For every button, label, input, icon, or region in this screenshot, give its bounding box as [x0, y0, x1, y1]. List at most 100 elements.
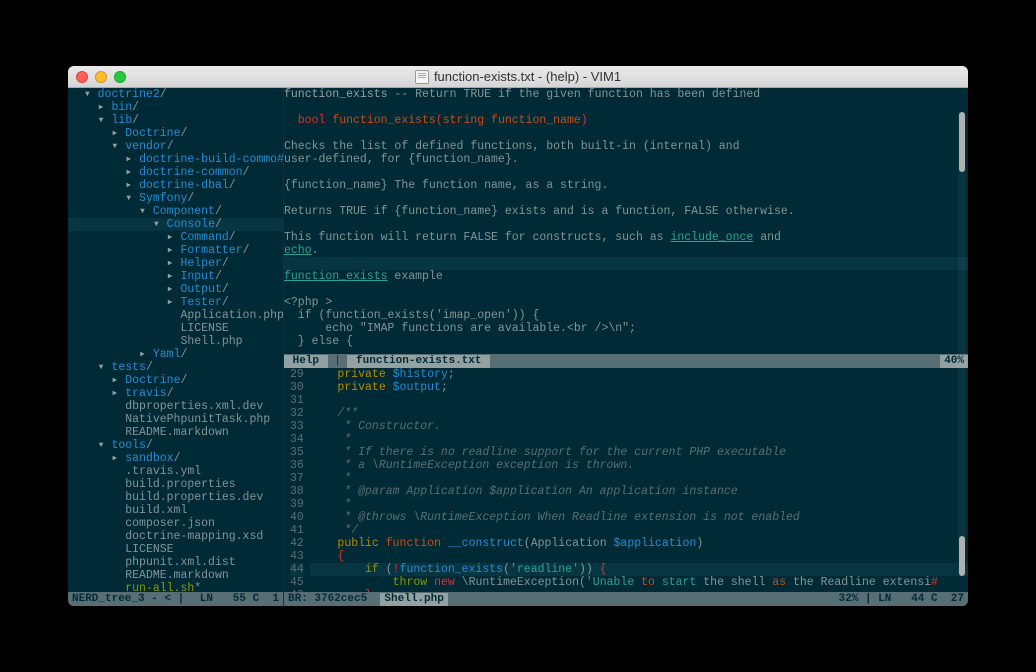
line-number: 41	[290, 524, 304, 537]
window-title: function-exists.txt - (help) - VIM1	[68, 69, 968, 84]
tree-item[interactable]: ▸ Command/	[68, 231, 283, 244]
tree-item[interactable]: ▸ Yaml/	[68, 348, 283, 361]
scrollbar-track[interactable]	[958, 112, 966, 576]
tree-item[interactable]: ▸ Doctrine/	[68, 374, 283, 387]
code-line[interactable]: * @throws \RuntimeException When Readlin…	[310, 511, 968, 524]
tree-item[interactable]: Shell.php	[68, 335, 283, 348]
tree-item[interactable]: ▸ travis/	[68, 387, 283, 400]
tree-item[interactable]: ▸ doctrine-dbal/	[68, 179, 283, 192]
tree-statusbar: NERD_tree_3 - < | LN 55 C 1	[68, 592, 283, 606]
tree-item[interactable]: ▾ Symfony/	[68, 192, 283, 205]
tree-item[interactable]: ▾ lib/	[68, 114, 283, 127]
line-number: 46	[290, 589, 304, 592]
tree-item[interactable]: build.xml	[68, 504, 283, 517]
tree-item[interactable]: LICENSE	[68, 322, 283, 335]
tree-item[interactable]: dbproperties.xml.dev	[68, 400, 283, 413]
line-gutter: 293031323334353637383940414243444546	[284, 368, 310, 592]
tree-item[interactable]: build.properties.dev	[68, 491, 283, 504]
tree-item[interactable]: phpunit.xml.dist	[68, 556, 283, 569]
editor-area[interactable]: ▾ doctrine2/ ▸ bin/ ▾ lib/ ▸ Doctrine/ ▾…	[68, 88, 968, 606]
help-line: user-defined, for {function_name}.	[284, 153, 968, 166]
code-line[interactable]: * @param Application $application An app…	[310, 485, 968, 498]
tree-item[interactable]: ▸ Output/	[68, 283, 283, 296]
tree-item[interactable]: README.markdown	[68, 569, 283, 582]
code-body[interactable]: private $history; private $output; /** *…	[310, 368, 968, 592]
code-line[interactable]: */	[310, 524, 968, 537]
help-line: if (function_exists('imap_open')) {	[284, 309, 968, 322]
code-line[interactable]: * If there is no readline support for th…	[310, 446, 968, 459]
tree-item[interactable]: LICENSE	[68, 543, 283, 556]
line-number: 36	[290, 459, 304, 472]
tree-item[interactable]: composer.json	[68, 517, 283, 530]
code-line[interactable]	[310, 394, 968, 407]
tree-item[interactable]: run-all.sh*	[68, 582, 283, 592]
line-number: 34	[290, 433, 304, 446]
tree-item[interactable]: ▾ tests/	[68, 361, 283, 374]
help-line: function_exists example	[284, 270, 968, 283]
tree-item[interactable]: doctrine-mapping.xsd	[68, 530, 283, 543]
tree-content[interactable]: ▾ doctrine2/ ▸ bin/ ▾ lib/ ▸ Doctrine/ ▾…	[68, 88, 283, 592]
tree-item[interactable]: ▾ Component/	[68, 205, 283, 218]
cursor-pos: LN 44 C 27	[878, 593, 964, 605]
code-line[interactable]: /**	[310, 407, 968, 420]
help-line: {function_name} The function name, as a …	[284, 179, 968, 192]
help-line	[284, 101, 968, 114]
tree-item[interactable]: ▸ doctrine-common/	[68, 166, 283, 179]
tree-item[interactable]: ▾ Console/	[68, 218, 283, 231]
line-number: 39	[290, 498, 304, 511]
tree-item[interactable]: build.properties	[68, 478, 283, 491]
code-pct: 32%	[839, 593, 859, 605]
tree-item[interactable]: Application.php	[68, 309, 283, 322]
tree-status-left: NERD_tree_3 - < |	[72, 593, 184, 606]
help-line	[284, 166, 968, 179]
help-line: } else {	[284, 335, 968, 348]
tree-item[interactable]: ▾ tools/	[68, 439, 283, 452]
tree-item[interactable]: NativePhpunitTask.php	[68, 413, 283, 426]
code-line[interactable]: private $history;	[310, 368, 968, 381]
code-line[interactable]: }	[310, 589, 968, 592]
tree-item[interactable]: ▸ Tester/	[68, 296, 283, 309]
help-pane[interactable]: function_exists -- Return TRUE if the gi…	[284, 88, 968, 354]
tree-item[interactable]: ▾ vendor/	[68, 140, 283, 153]
tree-item[interactable]: ▸ Formatter/	[68, 244, 283, 257]
code-pane[interactable]: 293031323334353637383940414243444546 pri…	[284, 368, 968, 592]
code-line[interactable]: {	[310, 550, 968, 563]
help-line: Returns TRUE if {function_name} exists a…	[284, 205, 968, 218]
branch-label: BR: 3762cec5	[288, 593, 367, 606]
tab-sep: |	[328, 355, 348, 368]
scrollbar-thumb[interactable]	[959, 112, 965, 172]
nerdtree-pane[interactable]: ▾ doctrine2/ ▸ bin/ ▾ lib/ ▸ Doctrine/ ▾…	[68, 88, 284, 606]
tab-help[interactable]: Help	[284, 355, 328, 368]
line-number: 30	[290, 381, 304, 394]
tree-status-right: LN 55 C 1	[200, 593, 279, 606]
tree-item[interactable]: ▾ doctrine2/	[68, 88, 283, 101]
tree-item[interactable]: ▸ Helper/	[68, 257, 283, 270]
tree-item[interactable]: ▸ bin/	[68, 101, 283, 114]
code-line[interactable]: * a \RuntimeException exception is throw…	[310, 459, 968, 472]
help-line: <?php >	[284, 296, 968, 309]
code-line[interactable]: throw new \RuntimeException('Unable to s…	[310, 576, 968, 589]
code-line[interactable]: *	[310, 433, 968, 446]
tree-item[interactable]: ▸ doctrine-build-commo#	[68, 153, 283, 166]
titlebar[interactable]: function-exists.txt - (help) - VIM1	[68, 66, 968, 88]
tab-file[interactable]: function-exists.txt	[347, 355, 490, 368]
code-line[interactable]: if (!function_exists('readline')) {	[310, 563, 968, 576]
code-line[interactable]: * Constructor.	[310, 420, 968, 433]
code-line[interactable]: *	[310, 472, 968, 485]
code-line[interactable]: private $output;	[310, 381, 968, 394]
code-line[interactable]: public function __construct(Application …	[310, 537, 968, 550]
tree-item[interactable]: README.markdown	[68, 426, 283, 439]
code-statusbar: BR: 3762cec5 Shell.php 32% | LN 44 C 27	[284, 592, 968, 606]
main-split[interactable]: function_exists -- Return TRUE if the gi…	[284, 88, 968, 606]
line-number: 45	[290, 576, 304, 589]
line-number: 38	[290, 485, 304, 498]
tree-item[interactable]: .travis.yml	[68, 465, 283, 478]
scrollbar-thumb[interactable]	[959, 536, 965, 576]
tree-item[interactable]: ▸ Input/	[68, 270, 283, 283]
line-number: 37	[290, 472, 304, 485]
code-line[interactable]: *	[310, 498, 968, 511]
document-icon	[415, 70, 429, 84]
help-line	[284, 283, 968, 296]
tree-item[interactable]: ▸ Doctrine/	[68, 127, 283, 140]
tree-item[interactable]: ▸ sandbox/	[68, 452, 283, 465]
